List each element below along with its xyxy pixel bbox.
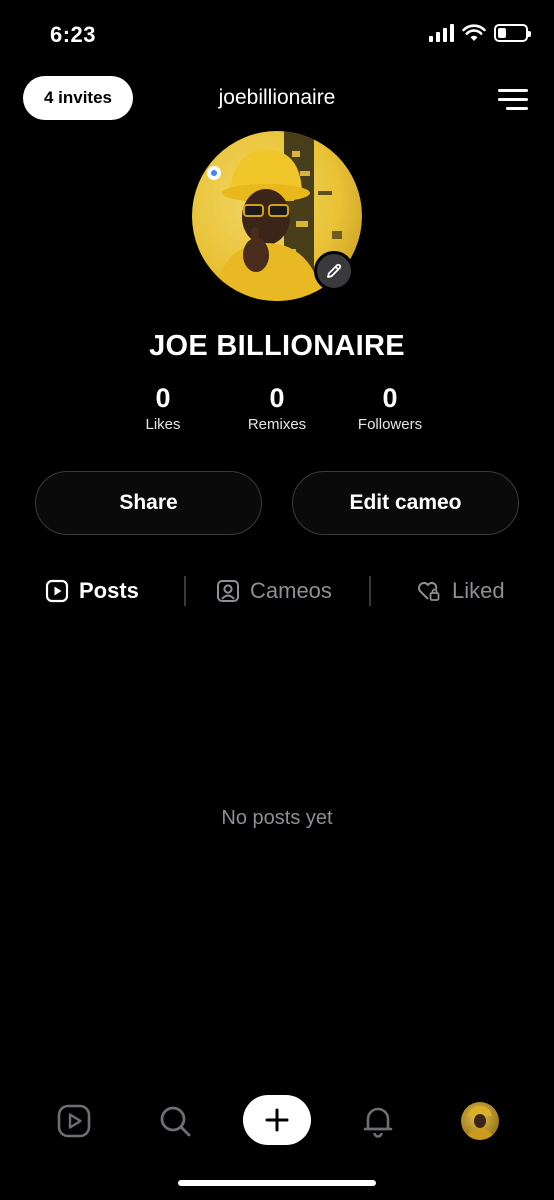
battery-fill xyxy=(498,28,506,38)
cellular-signal-icon xyxy=(429,24,454,42)
status-icons xyxy=(429,24,531,42)
search-icon xyxy=(160,1106,191,1137)
avatar-thumbnail-image xyxy=(466,1106,494,1140)
stat-followers[interactable]: 0 Followers xyxy=(330,383,450,433)
nav-feed-button[interactable] xyxy=(54,1101,94,1141)
stat-value: 0 xyxy=(269,383,285,413)
stat-remixes[interactable]: 0 Remixes xyxy=(217,383,337,433)
heart-lock-icon xyxy=(418,581,440,601)
tab-label: Liked xyxy=(452,578,505,603)
tab-liked[interactable]: Liked xyxy=(416,574,505,608)
tab-posts[interactable]: Posts xyxy=(45,574,139,608)
create-post-button[interactable] xyxy=(243,1095,311,1145)
share-button[interactable]: Share xyxy=(35,471,262,535)
stat-label: Followers xyxy=(357,416,423,433)
bell-icon xyxy=(363,1107,393,1138)
stat-likes[interactable]: 0 Likes xyxy=(103,383,223,433)
status-time: 6:23 xyxy=(50,22,97,47)
stat-value: 0 xyxy=(382,383,398,413)
plus-icon xyxy=(265,1108,289,1132)
edit-cameo-button[interactable]: Edit cameo xyxy=(292,471,519,535)
empty-state-message: No posts yet xyxy=(221,807,333,829)
wifi-icon xyxy=(462,24,486,41)
battery-icon xyxy=(494,24,531,42)
pencil-icon xyxy=(327,263,342,278)
tab-divider xyxy=(369,576,371,606)
profile-avatar-container[interactable] xyxy=(192,131,362,301)
tab-cameos[interactable]: Cameos xyxy=(216,574,332,608)
tab-divider xyxy=(184,576,186,606)
stat-label: Likes xyxy=(145,416,181,433)
username-title: joebillionaire xyxy=(218,86,336,109)
play-square-icon xyxy=(45,579,69,603)
stat-label: Remixes xyxy=(247,416,307,433)
tab-label: Cameos xyxy=(250,578,332,603)
tab-label: Posts xyxy=(79,578,139,603)
feed-play-icon xyxy=(57,1104,91,1138)
nav-search-button[interactable] xyxy=(155,1101,195,1141)
nav-notifications-button[interactable] xyxy=(358,1101,398,1141)
home-indicator[interactable] xyxy=(178,1180,376,1186)
edit-avatar-button[interactable] xyxy=(314,251,354,291)
nav-profile-avatar[interactable] xyxy=(461,1102,499,1140)
profile-display-name: JOE BILLIONAIRE xyxy=(149,330,405,362)
stat-value: 0 xyxy=(155,383,171,413)
status-bar: 6:23 xyxy=(0,0,554,70)
person-square-icon xyxy=(217,580,239,602)
menu-icon[interactable] xyxy=(498,88,528,110)
